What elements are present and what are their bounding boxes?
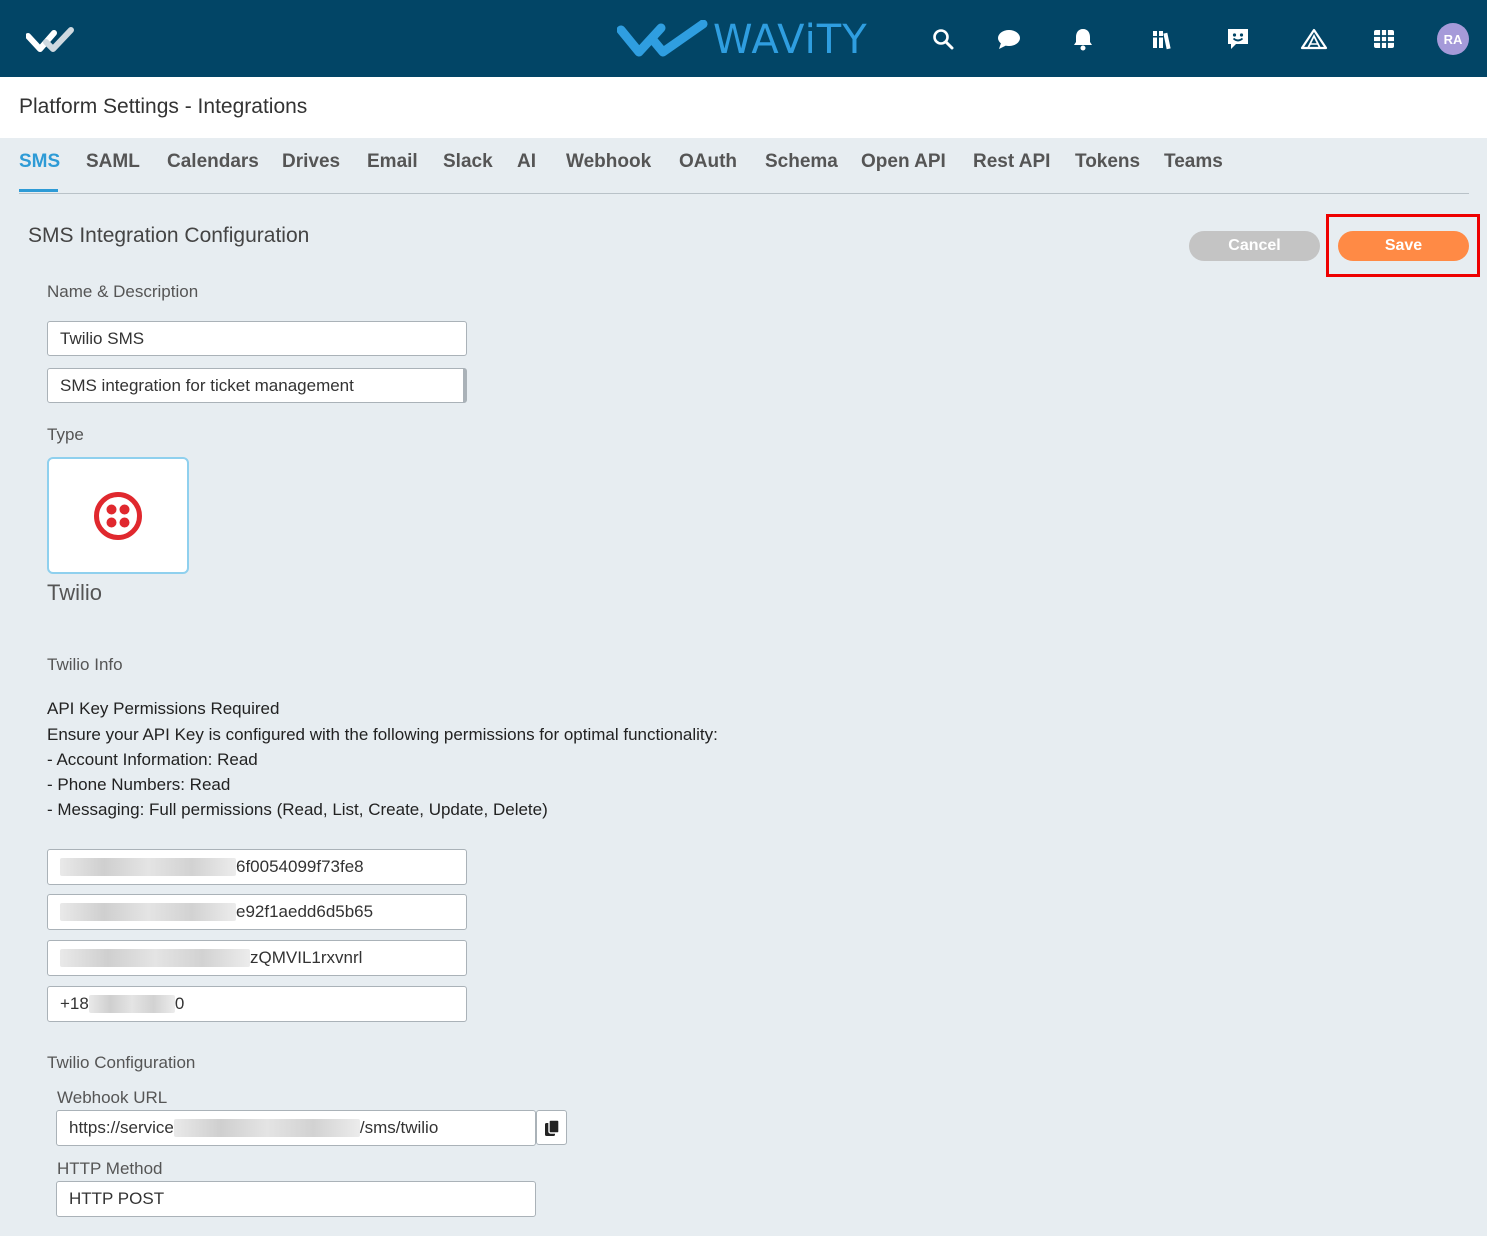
top-navbar: WAViTY RA <box>0 0 1487 77</box>
tab-open-api[interactable]: Open API <box>861 151 946 173</box>
api-secret-visible: zQMVIL1rxvnrl <box>250 948 363 967</box>
description-field[interactable]: SMS integration for ticket management <box>47 368 467 403</box>
redacted-text <box>60 949 250 967</box>
tab-schema[interactable]: Schema <box>765 151 838 173</box>
cancel-button[interactable]: Cancel <box>1189 231 1320 261</box>
menu-check-icon[interactable] <box>26 24 76 54</box>
http-method-field[interactable]: HTTP POST <box>56 1181 536 1217</box>
library-icon[interactable] <box>1148 24 1178 54</box>
info-line-4: - Phone Numbers: Read <box>47 775 231 794</box>
copy-icon <box>544 1118 560 1136</box>
webhook-url-field[interactable]: https://service /sms/twilio <box>56 1110 536 1146</box>
wavity-logo[interactable]: WAViTY <box>617 16 868 64</box>
redacted-text <box>88 995 175 1013</box>
page-title: Platform Settings - Integrations <box>19 95 308 118</box>
webhook-url-prefix: https://service <box>69 1118 174 1137</box>
tab-email[interactable]: Email <box>367 151 418 173</box>
http-method-value: HTTP POST <box>69 1189 165 1208</box>
api-key-visible: e92f1aedd6d5b65 <box>236 902 374 921</box>
tab-calendars[interactable]: Calendars <box>167 151 259 173</box>
search-icon[interactable] <box>928 24 958 54</box>
tab-slack[interactable]: Slack <box>443 151 493 173</box>
tab-drives[interactable]: Drives <box>282 151 340 173</box>
chat-icon[interactable] <box>994 24 1024 54</box>
feedback-icon[interactable] <box>1223 24 1253 54</box>
twilio-configuration-label: Twilio Configuration <box>47 1053 196 1072</box>
phone-number-suffix: 0 <box>174 994 185 1013</box>
grid-icon[interactable] <box>1369 24 1399 54</box>
redacted-text <box>173 1119 360 1137</box>
tab-rest-api[interactable]: Rest API <box>973 151 1050 173</box>
twilio-info-label: Twilio Info <box>47 655 123 674</box>
redacted-text <box>60 858 236 876</box>
wavity-logo-mark-icon <box>617 20 708 57</box>
name-field-value: Twilio SMS <box>60 328 145 348</box>
tab-teams[interactable]: Teams <box>1164 151 1223 173</box>
phone-number-field[interactable]: +18 0 <box>47 986 467 1022</box>
section-title: SMS Integration Configuration <box>28 224 310 247</box>
description-field-value: SMS integration for ticket management <box>60 375 354 395</box>
name-field[interactable]: Twilio SMS <box>47 321 467 356</box>
type-name: Twilio <box>47 580 103 605</box>
bell-icon[interactable] <box>1068 24 1098 54</box>
info-line-2: Ensure your API Key is configured with t… <box>47 725 718 744</box>
active-tab-indicator <box>19 189 58 192</box>
tent-icon[interactable] <box>1299 24 1329 54</box>
http-method-label: HTTP Method <box>57 1159 163 1178</box>
info-line-1: API Key Permissions Required <box>47 699 280 718</box>
type-card-twilio[interactable] <box>47 457 189 574</box>
info-line-5: - Messaging: Full permissions (Read, Lis… <box>47 800 548 819</box>
integration-tabs: SMS SAML Calendars Drives Email Slack AI… <box>19 151 1469 194</box>
tab-oauth[interactable]: OAuth <box>679 151 737 173</box>
page-header: Platform Settings - Integrations <box>0 77 1487 138</box>
webhook-url-suffix: /sms/twilio <box>359 1118 439 1137</box>
tab-webhook[interactable]: Webhook <box>566 151 651 173</box>
tab-tokens[interactable]: Tokens <box>1075 151 1140 173</box>
info-line-3: - Account Information: Read <box>47 750 258 769</box>
avatar[interactable]: RA <box>1437 23 1469 55</box>
tab-saml[interactable]: SAML <box>86 151 140 173</box>
api-secret-field[interactable]: zQMVIL1rxvnrl <box>47 940 467 976</box>
tab-ai[interactable]: AI <box>517 151 536 173</box>
account-sid-field[interactable]: 6f0054099f73fe8 <box>47 849 467 885</box>
save-highlight-box <box>1326 214 1480 277</box>
type-label: Type <box>47 425 84 444</box>
account-sid-visible: 6f0054099f73fe8 <box>236 857 364 876</box>
redacted-text <box>60 903 236 921</box>
phone-number-prefix: +18 <box>60 994 89 1013</box>
twilio-logo-icon <box>94 491 142 540</box>
logo-text: WAViTY <box>713 17 868 63</box>
webhook-url-label: Webhook URL <box>57 1088 168 1107</box>
api-key-field[interactable]: e92f1aedd6d5b65 <box>47 894 467 930</box>
tab-sms[interactable]: SMS <box>19 151 60 173</box>
name-description-label: Name & Description <box>47 282 199 301</box>
copy-webhook-button[interactable] <box>536 1110 567 1145</box>
